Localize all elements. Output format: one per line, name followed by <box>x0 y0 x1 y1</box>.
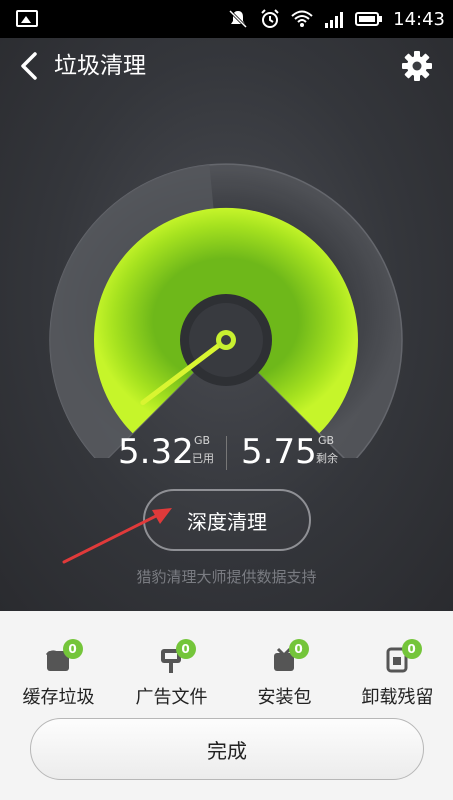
wifi-icon <box>291 8 313 30</box>
category-count-badge: 0 <box>288 639 309 659</box>
category-label: 缓存垃圾 <box>22 687 95 708</box>
back-button[interactable] <box>14 50 44 82</box>
category-label: 安装包 <box>257 687 312 708</box>
needle-pivot-center <box>221 335 231 345</box>
category-uninstall-residue[interactable]: 0 卸载残留 <box>341 631 453 721</box>
bottom-panel: 0 缓存垃圾 0 广告文件 0 安装包 0 卸载残留 完成 <box>0 611 453 800</box>
status-icons: 14:43 <box>227 0 445 38</box>
category-cache-trash[interactable]: 0 缓存垃圾 <box>2 631 115 721</box>
status-bar: 14:43 <box>0 0 453 38</box>
done-button[interactable]: 完成 <box>30 718 424 780</box>
stats-divider <box>226 436 227 470</box>
header: 垃圾清理 <box>0 38 453 94</box>
mute-icon <box>227 8 249 30</box>
chevron-left-icon <box>21 52 37 80</box>
storage-stats: 5.32 GB 已用 5.75 GB 剩余 <box>0 428 453 478</box>
page-title: 垃圾清理 <box>54 53 146 79</box>
category-label: 卸载残留 <box>361 687 434 708</box>
used-storage-unit: GB <box>194 434 211 447</box>
red-arrow-annotation <box>62 508 172 564</box>
battery-icon <box>355 8 383 30</box>
free-storage-unit: GB <box>318 434 335 447</box>
settings-button[interactable] <box>401 50 433 82</box>
category-count-badge: 0 <box>175 639 196 659</box>
image-icon <box>16 10 38 27</box>
clock-time: 14:43 <box>393 8 445 30</box>
signal-icon <box>323 8 345 30</box>
free-storage-label: 剩余 <box>316 452 338 465</box>
category-ad-files[interactable]: 0 广告文件 <box>115 631 228 721</box>
category-label: 广告文件 <box>135 687 208 708</box>
used-storage-label: 已用 <box>192 452 214 465</box>
used-storage-value: 5.32 <box>118 432 194 472</box>
gear-icon <box>402 51 432 81</box>
junk-categories: 0 缓存垃圾 0 广告文件 0 安装包 0 卸载残留 <box>0 631 453 721</box>
category-count-badge: 0 <box>401 639 422 659</box>
category-count-badge: 0 <box>62 639 83 659</box>
storage-gauge <box>49 163 403 458</box>
alarm-icon <box>259 8 281 30</box>
category-install-packages[interactable]: 0 安装包 <box>228 631 341 721</box>
free-storage-value: 5.75 <box>241 432 317 472</box>
